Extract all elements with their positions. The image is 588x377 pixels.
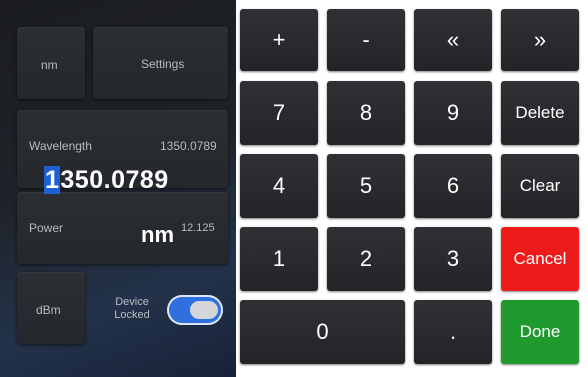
wavelength-entry[interactable]: 1350.0789 — [44, 166, 169, 195]
digit-9-key[interactable]: 9 — [414, 81, 492, 145]
wavelength-current-value: 1350.0789 — [160, 139, 217, 153]
digit-7-key[interactable]: 7 — [240, 81, 318, 145]
digit-4-key[interactable]: 4 — [240, 154, 318, 218]
toggle-knob — [190, 301, 218, 319]
digit-5-key[interactable]: 5 — [327, 154, 405, 218]
next-key[interactable]: » — [501, 9, 579, 71]
minus-key[interactable]: - — [327, 9, 405, 71]
numeric-keypad: + - « » 7 8 9 Delete 4 5 6 Clear 1 2 3 C… — [236, 0, 588, 377]
device-locked-label: Device Locked — [114, 296, 150, 321]
settings-button-label: Settings — [141, 57, 185, 71]
plus-key[interactable]: + — [240, 9, 318, 71]
power-unit: nm — [141, 222, 174, 247]
clear-key[interactable]: Clear — [501, 154, 579, 218]
power-label: Power — [29, 221, 64, 235]
decimal-point-key[interactable]: . — [414, 300, 492, 364]
entry-rest-digits: 350.0789 — [60, 166, 169, 194]
cancel-button[interactable]: Cancel — [501, 227, 579, 291]
dbm-button[interactable]: dBm — [17, 272, 85, 344]
digit-8-key[interactable]: 8 — [327, 81, 405, 145]
unit-button-label: nm — [41, 58, 58, 72]
digit-1-key[interactable]: 1 — [240, 227, 318, 291]
device-locked-toggle[interactable] — [167, 295, 223, 325]
digit-0-key[interactable]: 0 — [240, 300, 405, 364]
previous-key[interactable]: « — [414, 9, 492, 71]
power-value: 12.125 — [181, 222, 215, 234]
delete-key[interactable]: Delete — [501, 81, 579, 145]
digit-2-key[interactable]: 2 — [327, 227, 405, 291]
settings-button[interactable]: Settings — [93, 27, 228, 99]
entry-cursor-digit: 1 — [44, 166, 61, 194]
unit-button[interactable]: nm — [17, 27, 85, 99]
digit-6-key[interactable]: 6 — [414, 154, 492, 218]
instrument-panel: nm Settings Wavelength 1350.0789 Power d… — [0, 0, 236, 377]
done-button[interactable]: Done — [501, 300, 579, 364]
digit-3-key[interactable]: 3 — [414, 227, 492, 291]
wavelength-label: Wavelength — [29, 139, 92, 153]
dbm-button-label: dBm — [36, 303, 61, 317]
